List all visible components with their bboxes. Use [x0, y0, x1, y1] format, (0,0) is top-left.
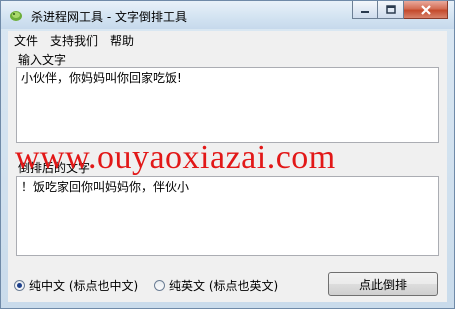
menu-bar: 文件 支持我们 帮助 [8, 31, 447, 49]
window-title: 杀进程网工具 - 文字倒排工具 [31, 10, 187, 24]
title-bar[interactable]: 杀进程网工具 - 文字倒排工具 [1, 1, 454, 29]
input-textarea[interactable]: 小伙伴，你妈妈叫你回家吃饭! [16, 67, 439, 143]
radio-chinese[interactable]: 纯中文 (标点也中文) [14, 277, 138, 294]
maximize-icon [385, 5, 396, 14]
radio-english-label: 纯英文 (标点也英文) [169, 279, 279, 293]
input-label: 输入文字 [18, 53, 67, 67]
close-button[interactable] [404, 1, 448, 19]
app-icon [10, 11, 22, 21]
close-icon [420, 4, 431, 15]
client-area: 输入文字 小伙伴，你妈妈叫你回家吃饭! 倒排后的文字 ！饭吃家回你叫妈妈你，伴伙… [8, 49, 447, 302]
app-window: 杀进程网工具 - 文字倒排工具 文件 支持我们 帮助 输入文字 小伙伴，你妈妈叫… [0, 0, 455, 309]
minimize-icon [361, 10, 369, 13]
menu-file[interactable]: 文件 [8, 32, 44, 49]
maximize-button[interactable] [378, 1, 404, 19]
radio-chinese-indicator[interactable] [14, 280, 25, 291]
output-label: 倒排后的文字 [18, 161, 91, 175]
output-textarea[interactable]: ！饭吃家回你叫妈妈你，伴伙小 [16, 176, 439, 256]
window-controls [352, 1, 448, 21]
menu-support-us[interactable]: 支持我们 [44, 32, 104, 49]
minimize-button[interactable] [352, 1, 378, 19]
radio-chinese-label: 纯中文 (标点也中文) [29, 279, 139, 293]
radio-english-indicator[interactable] [154, 280, 165, 291]
menu-help[interactable]: 帮助 [104, 32, 140, 49]
radio-english[interactable]: 纯英文 (标点也英文) [154, 277, 278, 294]
reverse-button[interactable]: 点此倒排 [328, 272, 438, 296]
